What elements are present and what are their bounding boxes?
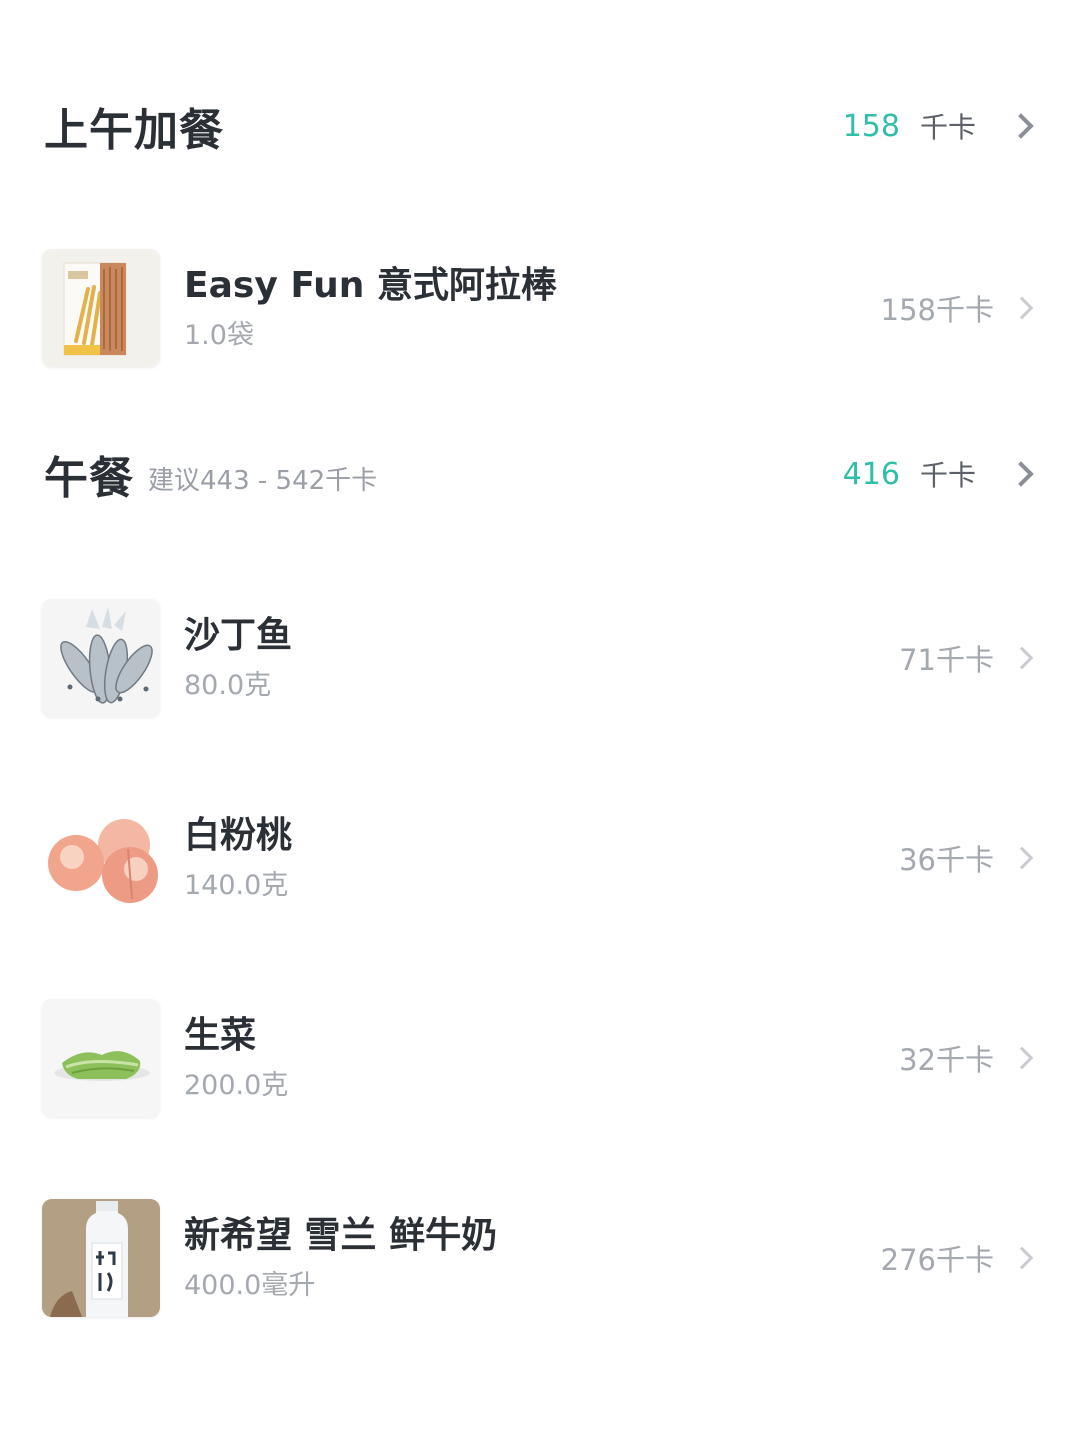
food-item-sardine[interactable]: 沙丁鱼 80.0克 71千卡 bbox=[42, 598, 1040, 718]
food-name: Easy Fun 意式阿拉棒 bbox=[184, 265, 557, 306]
chevron-right-icon[interactable] bbox=[1008, 461, 1034, 487]
lunch-suggestion: 建议443 - 542千卡 bbox=[148, 465, 378, 496]
chevron-right-icon[interactable] bbox=[1010, 1246, 1034, 1270]
chevron-right-icon[interactable] bbox=[1010, 846, 1034, 870]
food-name: 沙丁鱼 bbox=[184, 615, 293, 656]
food-name: 白粉桃 bbox=[184, 815, 293, 856]
milk-bottle-image bbox=[42, 1199, 160, 1317]
chevron-right-icon[interactable] bbox=[1010, 1046, 1034, 1070]
food-item-lettuce[interactable]: 生菜 200.0克 32千卡 bbox=[42, 998, 1040, 1118]
snack-section-header[interactable]: 上午加餐 158 千卡 bbox=[44, 86, 1040, 166]
food-kcal: 158千卡 bbox=[880, 293, 994, 327]
chevron-right-icon[interactable] bbox=[1010, 646, 1034, 670]
food-item-milk[interactable]: 新希望 雪兰 鲜牛奶 400.0毫升 276千卡 bbox=[42, 1198, 1040, 1318]
lunch-kcal-unit: 千卡 bbox=[919, 459, 976, 492]
food-amount: 200.0克 bbox=[184, 1070, 289, 1101]
breadstick-box-image bbox=[42, 249, 160, 367]
food-item-peach[interactable]: 白粉桃 140.0克 36千卡 bbox=[42, 798, 1040, 918]
lunch-section-title: 午餐 bbox=[44, 453, 134, 504]
chevron-right-icon[interactable] bbox=[1008, 113, 1034, 139]
lunch-section-summary[interactable]: 416 千卡 bbox=[843, 454, 1040, 494]
food-amount: 140.0克 bbox=[184, 870, 289, 901]
food-name: 新希望 雪兰 鲜牛奶 bbox=[184, 1215, 498, 1256]
lettuce-image bbox=[42, 999, 160, 1117]
lunch-section-header[interactable]: 午餐 建议443 - 542千卡 416 千卡 bbox=[44, 434, 1040, 514]
food-amount: 400.0毫升 bbox=[184, 1270, 316, 1301]
snack-section-title: 上午加餐 bbox=[44, 105, 224, 156]
food-item-easy-fun[interactable]: Easy Fun 意式阿拉棒 1.0袋 158千卡 bbox=[42, 248, 1040, 368]
food-name: 生菜 bbox=[184, 1015, 257, 1056]
food-kcal: 71千卡 bbox=[899, 643, 994, 677]
sardine-image bbox=[42, 599, 160, 717]
food-amount: 80.0克 bbox=[184, 670, 272, 701]
lunch-kcal-total: 416 bbox=[842, 456, 900, 492]
snack-kcal-unit: 千卡 bbox=[919, 111, 976, 144]
food-kcal: 32千卡 bbox=[899, 1043, 994, 1077]
chevron-right-icon[interactable] bbox=[1010, 296, 1034, 320]
peach-image bbox=[42, 799, 160, 917]
food-amount: 1.0袋 bbox=[184, 320, 254, 351]
food-kcal: 276千卡 bbox=[880, 1243, 994, 1277]
snack-section-summary[interactable]: 158 千卡 bbox=[843, 106, 1040, 146]
snack-kcal-total: 158 bbox=[842, 108, 900, 144]
food-kcal: 36千卡 bbox=[899, 843, 994, 877]
